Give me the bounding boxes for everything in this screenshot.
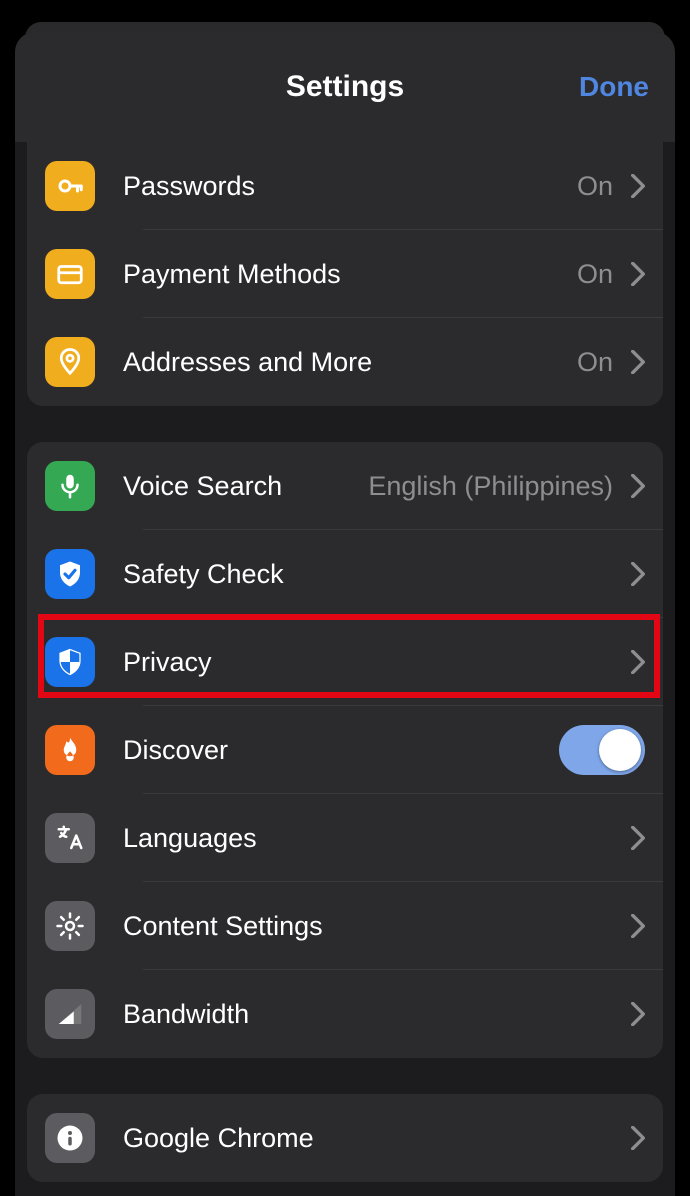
chevron-right-icon — [631, 1002, 645, 1026]
chevron-right-icon — [631, 174, 645, 198]
settings-group-about: Google Chrome — [27, 1094, 663, 1182]
row-safety-check[interactable]: Safety Check — [27, 530, 663, 618]
row-voice-search[interactable]: Voice Search English (Philippines) — [27, 442, 663, 530]
gear-icon — [45, 901, 95, 951]
row-value: English (Philippines) — [368, 471, 613, 502]
row-privacy[interactable]: Privacy — [27, 618, 663, 706]
info-icon — [45, 1113, 95, 1163]
chevron-right-icon — [631, 826, 645, 850]
chevron-right-icon — [631, 650, 645, 674]
shield-icon — [45, 637, 95, 687]
row-passwords[interactable]: Passwords On — [27, 142, 663, 230]
settings-group-autofill: Passwords On Payment Methods On — [27, 142, 663, 406]
row-label: Languages — [123, 823, 613, 854]
flame-icon — [45, 725, 95, 775]
chevron-right-icon — [631, 350, 645, 374]
location-pin-icon — [45, 337, 95, 387]
microphone-icon — [45, 461, 95, 511]
row-label: Payment Methods — [123, 259, 565, 290]
modal-header: Settings Done — [15, 32, 675, 142]
row-label: Passwords — [123, 171, 565, 202]
row-label: Voice Search — [123, 471, 356, 502]
credit-card-icon — [45, 249, 95, 299]
row-payment-methods[interactable]: Payment Methods On — [27, 230, 663, 318]
chevron-right-icon — [631, 262, 645, 286]
row-label: Safety Check — [123, 559, 613, 590]
row-bandwidth[interactable]: Bandwidth — [27, 970, 663, 1058]
row-label: Privacy — [123, 647, 613, 678]
page-title: Settings — [286, 70, 404, 104]
chevron-right-icon — [631, 914, 645, 938]
chevron-right-icon — [631, 1126, 645, 1150]
row-label: Addresses and More — [123, 347, 565, 378]
row-discover[interactable]: Discover — [27, 706, 663, 794]
row-value: On — [577, 347, 613, 378]
row-addresses[interactable]: Addresses and More On — [27, 318, 663, 406]
row-label: Bandwidth — [123, 999, 613, 1030]
chevron-right-icon — [631, 562, 645, 586]
row-value: On — [577, 259, 613, 290]
row-languages[interactable]: Languages — [27, 794, 663, 882]
row-google-chrome[interactable]: Google Chrome — [27, 1094, 663, 1182]
done-button[interactable]: Done — [579, 71, 649, 103]
discover-toggle[interactable] — [559, 725, 645, 775]
signal-icon — [45, 989, 95, 1039]
row-label: Google Chrome — [123, 1123, 613, 1154]
chevron-right-icon — [631, 474, 645, 498]
shield-check-icon — [45, 549, 95, 599]
row-content-settings[interactable]: Content Settings — [27, 882, 663, 970]
row-label: Discover — [123, 735, 547, 766]
row-value: On — [577, 171, 613, 202]
settings-group-general: Voice Search English (Philippines) Safet… — [27, 442, 663, 1058]
settings-sheet: Settings Done Passwords On Payment — [15, 32, 675, 1196]
key-icon — [45, 161, 95, 211]
settings-content: Passwords On Payment Methods On — [15, 142, 675, 1182]
row-label: Content Settings — [123, 911, 613, 942]
translate-icon — [45, 813, 95, 863]
